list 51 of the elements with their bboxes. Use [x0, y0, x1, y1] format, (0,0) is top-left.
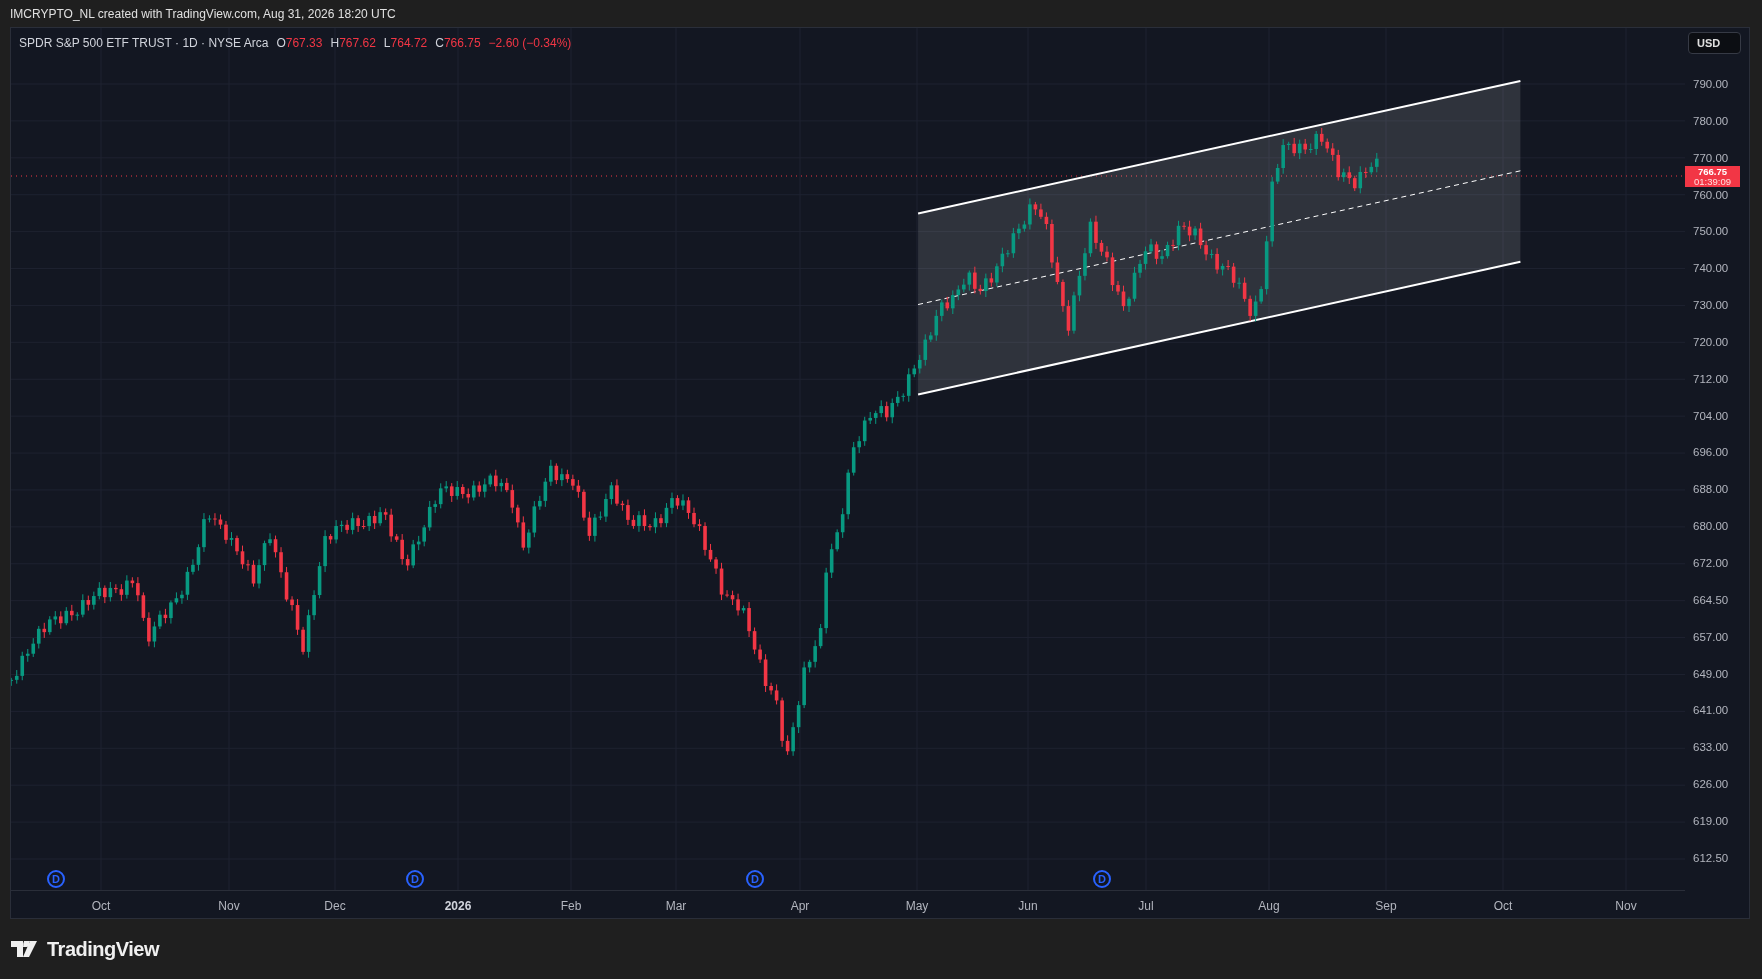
last-price: 766.75 — [1697, 166, 1728, 177]
time-axis-label: Aug — [1258, 898, 1280, 915]
ohlc-value: C766.75 — [435, 35, 481, 52]
dividend-marker[interactable]: D — [47, 870, 65, 888]
price-axis-label: 750.00 — [1693, 224, 1729, 239]
time-axis-label: Mar — [665, 898, 687, 915]
price-axis-label: 780.00 — [1693, 113, 1729, 128]
price-axis-label: 633.00 — [1693, 740, 1729, 755]
ohlc-value: L764.72 — [383, 35, 428, 52]
price-axis-label: 720.00 — [1693, 334, 1729, 349]
price-axis-label: 672.00 — [1693, 555, 1729, 570]
price-axis-label: 664.50 — [1693, 592, 1729, 607]
time-axis-label: Nov — [1615, 898, 1637, 915]
price-axis-label: 760.00 — [1693, 187, 1729, 202]
chart-caption: IMCRYPTO_NL created with TradingView.com, Aug 31, 2026 18:20 UTC — [10, 5, 396, 23]
bar-countdown: 01:39:09 — [1694, 176, 1731, 187]
ohlc-value: O767.33 — [276, 35, 323, 52]
time-axis-label: Jul — [1138, 898, 1154, 915]
time-axis-label: Nov — [218, 898, 240, 915]
ohlc-value: H767.62 — [330, 35, 376, 52]
dividend-marker[interactable]: D — [1093, 870, 1111, 888]
price-axis-label: 619.00 — [1693, 813, 1729, 828]
time-axis-label: 2026 — [444, 898, 472, 915]
logo-wordmark: TradingView — [47, 937, 159, 962]
dividend-marker[interactable]: D — [746, 870, 764, 888]
price-axis-label: 740.00 — [1693, 261, 1729, 276]
time-axis-label: May — [905, 898, 929, 915]
price-axis-label: 626.00 — [1693, 777, 1729, 792]
price-axis-label: 712.00 — [1693, 371, 1729, 386]
time-axis-label: Apr — [790, 898, 810, 915]
time-axis-label: Oct — [91, 898, 111, 915]
dividend-marker[interactable]: D — [406, 870, 424, 888]
price-axis-label: 730.00 — [1693, 298, 1729, 313]
price-axis-label: 641.00 — [1693, 703, 1729, 718]
time-axis-label: Dec — [324, 898, 346, 915]
price-axis-label: 649.00 — [1693, 666, 1729, 681]
price-axis-label: 688.00 — [1693, 482, 1729, 497]
price-axis-label: 696.00 — [1693, 445, 1729, 460]
price-axis-label: 680.00 — [1693, 519, 1729, 534]
time-axis-label: Feb — [560, 898, 582, 915]
price-axis-label: 790.00 — [1693, 77, 1729, 91]
price-axis-label: 770.00 — [1693, 150, 1729, 165]
price-axis-label: 612.50 — [1693, 850, 1729, 865]
price-axis-label: 704.00 — [1693, 408, 1729, 423]
symbol-title: SPDR S&P 500 ETF TRUST · 1D · NYSE Arca — [19, 35, 269, 52]
time-axis-label: Oct — [1493, 898, 1513, 915]
time-axis-label: Sep — [1375, 898, 1397, 915]
price-change: −2.60 (−0.34%) — [488, 35, 572, 52]
time-axis-label: Jun — [1018, 898, 1038, 915]
price-axis-label: 657.00 — [1693, 629, 1729, 644]
currency-button[interactable]: USD — [1688, 32, 1741, 54]
